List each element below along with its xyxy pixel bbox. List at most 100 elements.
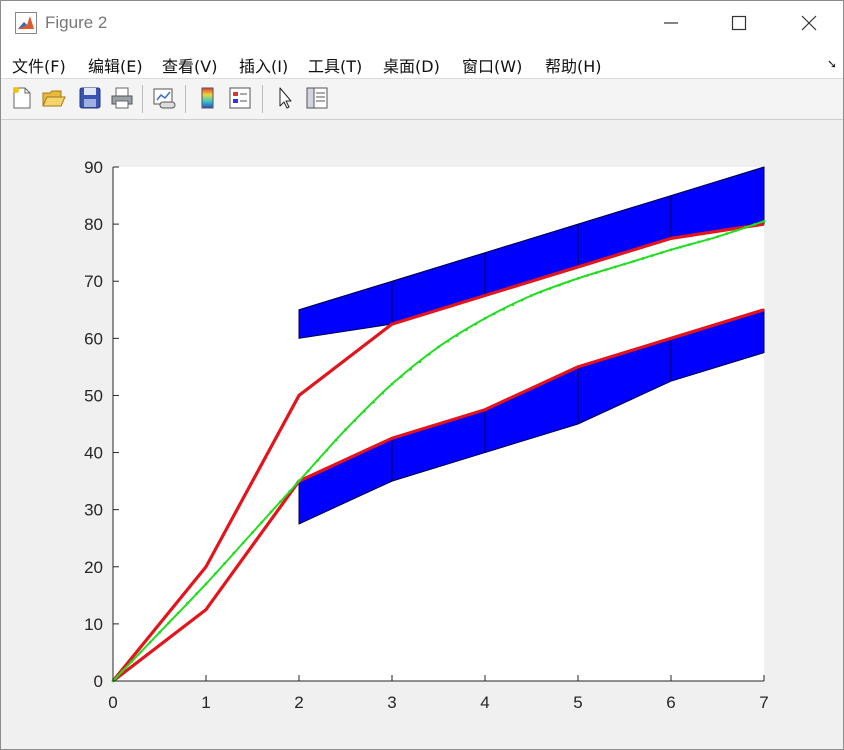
x-tick-label: 5 — [573, 693, 582, 712]
series-2-marker — [139, 650, 143, 654]
series-2-marker — [232, 551, 236, 555]
toolbar-separator — [185, 85, 186, 113]
minimize-button[interactable] — [641, 1, 701, 45]
series-2-marker — [381, 391, 385, 395]
series-2-marker — [390, 382, 394, 386]
series-2-marker — [409, 367, 412, 371]
colorbar-icon[interactable] — [195, 85, 221, 111]
y-tick-label: 50 — [84, 386, 103, 405]
series-2-marker — [632, 259, 636, 263]
matlab-icon — [15, 12, 37, 34]
menu-insert[interactable]: 插入(I) — [239, 53, 288, 77]
series-2-marker — [288, 489, 292, 493]
edit-plot-icon[interactable] — [272, 85, 298, 111]
series-2-marker — [576, 276, 580, 280]
plot-axes[interactable]: 0 1 2 3 4 5 6 70102030405060708090 — [1, 120, 843, 749]
series-2-marker — [651, 254, 654, 257]
series-2-marker — [223, 561, 227, 565]
series-2-marker — [251, 531, 254, 534]
y-tick-label: 80 — [84, 215, 103, 234]
figure-window: Figure 2 文件(F) 编辑(E) 查看(V) 插入(I) 工具(T) 桌… — [0, 0, 844, 750]
series-2-marker — [688, 243, 691, 246]
save-icon[interactable] — [77, 85, 103, 111]
x-tick-label: 7 — [759, 693, 768, 712]
series-2-marker — [697, 240, 701, 244]
series-2-marker — [492, 312, 496, 316]
x-tick-label: 4 — [480, 693, 489, 712]
y-tick-label: 20 — [84, 558, 103, 577]
series-2-marker — [427, 352, 431, 356]
series-2-marker — [613, 265, 617, 269]
close-icon — [801, 15, 817, 31]
print-icon[interactable] — [109, 85, 135, 111]
y-tick-label: 40 — [84, 444, 103, 463]
new-figure-icon[interactable] — [9, 85, 35, 111]
series-2-marker — [623, 262, 626, 266]
series-2-marker — [465, 328, 468, 332]
series-2-marker — [548, 287, 552, 291]
x-tick-label: 1 — [201, 693, 210, 712]
series-2-marker — [539, 290, 543, 294]
x-tick-label: 2 — [294, 693, 303, 712]
series-2-marker — [520, 298, 524, 302]
series-2-marker — [725, 232, 729, 235]
series-2-marker — [148, 640, 152, 644]
menu-edit[interactable]: 编辑(E) — [88, 53, 143, 77]
maximize-icon — [731, 15, 747, 31]
series-2-marker — [269, 510, 273, 514]
x-tick-label: 0 — [108, 693, 117, 712]
x-tick-label: 6 — [666, 693, 675, 712]
series-2-marker — [716, 235, 719, 239]
series-2-marker — [558, 283, 561, 287]
series-2-marker — [669, 248, 673, 252]
series-2-marker — [130, 660, 134, 663]
open-file-icon[interactable] — [41, 85, 67, 111]
series-2-marker — [353, 419, 357, 422]
dock-arrow-icon[interactable]: ➘ — [827, 57, 837, 71]
series-2-marker — [325, 448, 329, 452]
maximize-button[interactable] — [709, 1, 769, 45]
series-2-marker — [120, 669, 124, 673]
series-2-marker — [176, 611, 180, 615]
menu-file[interactable]: 文件(F) — [12, 53, 66, 77]
y-tick-label: 90 — [84, 158, 103, 177]
series-2-marker — [474, 322, 478, 326]
series-2-marker — [446, 339, 450, 343]
legend-icon[interactable] — [227, 85, 253, 111]
series-2-marker — [213, 572, 217, 576]
y-tick-label: 10 — [84, 615, 103, 634]
series-2-marker — [297, 479, 301, 483]
x-tick-label: 3 — [387, 693, 396, 712]
y-tick-label: 30 — [84, 501, 103, 520]
series-2-marker — [762, 219, 766, 223]
menu-view[interactable]: 查看(V) — [162, 53, 217, 77]
series-2-marker — [344, 428, 347, 432]
figure-toolbar — [1, 79, 843, 120]
series-2-marker — [744, 226, 747, 229]
series-2-marker — [167, 621, 171, 625]
series-2-marker — [567, 280, 571, 284]
title-bar[interactable]: Figure 2 — [1, 1, 843, 45]
series-2-marker — [595, 271, 598, 275]
minimize-icon — [664, 22, 678, 24]
link-plot-icon[interactable] — [151, 85, 177, 111]
close-button[interactable] — [779, 1, 839, 45]
menu-bar: 文件(F) 编辑(E) 查看(V) 插入(I) 工具(T) 桌面(D) 窗口(W… — [1, 45, 843, 79]
series-2-marker — [483, 316, 487, 320]
figure-canvas[interactable]: 0 1 2 3 4 5 6 7 0 10 20 30 40 50 60 70 80 90 — [1, 120, 843, 749]
menu-window[interactable]: 窗口(W) — [462, 53, 522, 77]
series-2-marker — [186, 601, 189, 605]
property-inspector-icon[interactable] — [304, 85, 330, 111]
series-2-marker — [660, 251, 664, 255]
series-2-marker — [706, 237, 710, 241]
series-2-marker — [437, 345, 440, 349]
menu-desktop[interactable]: 桌面(D) — [383, 53, 440, 77]
series-2-marker — [306, 469, 310, 473]
menu-help[interactable]: 帮助(H) — [545, 53, 602, 77]
menu-tools[interactable]: 工具(T) — [308, 53, 362, 77]
series-2-marker — [530, 294, 533, 297]
series-2-marker — [455, 334, 459, 337]
series-2-marker — [316, 459, 319, 462]
series-2-marker — [604, 268, 608, 272]
y-tick-label: 70 — [84, 272, 103, 291]
